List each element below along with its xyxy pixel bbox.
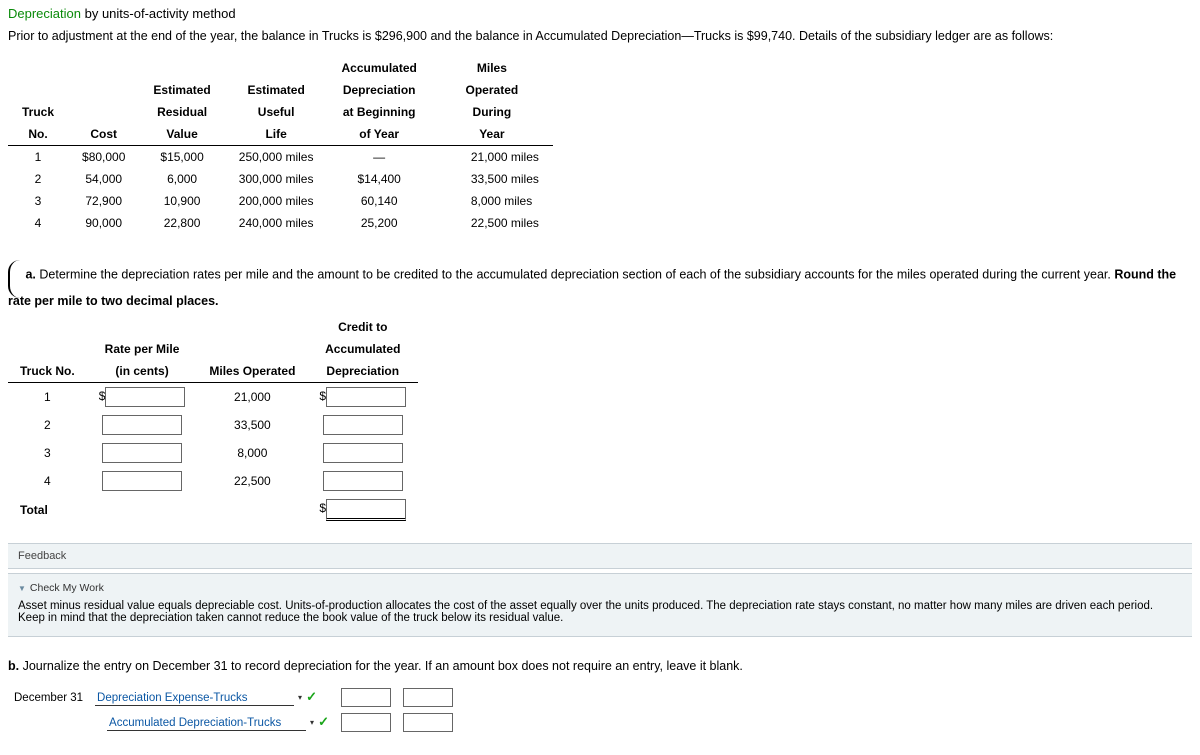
table-row: 1$80,000$15,000250,000 miles—21,000 mile… [8, 146, 553, 169]
hdr-cents: (in cents) [87, 360, 198, 383]
hdr-est2: Estimated [225, 79, 328, 101]
question-a: a. Determine the depreciation rates per … [8, 256, 1192, 308]
hdr-accum2: Accumulated [307, 338, 418, 360]
ledger-table: Accumulated Miles Estimated Estimated De… [8, 57, 553, 234]
hdr-credit: Credit to [307, 316, 418, 338]
paren-icon [8, 260, 20, 298]
credit-input[interactable] [323, 415, 403, 435]
title-suffix: by units-of-activity method [81, 6, 236, 21]
credit-input-2[interactable] [403, 713, 453, 732]
hdr-truckno: Truck No. [8, 360, 87, 383]
credit-input[interactable] [326, 387, 406, 407]
journal-date: December 31 [8, 685, 89, 710]
credit-input[interactable] [323, 471, 403, 491]
table-row: 422,500 [8, 467, 418, 495]
qa-prefix: a. [25, 267, 35, 281]
hint-box: Check My Work Asset minus residual value… [8, 573, 1192, 637]
hdr-dep: Depreciation [327, 79, 430, 101]
hdr-ofyear: of Year [327, 123, 430, 146]
debit-input-1[interactable] [341, 688, 391, 707]
credit-input-1[interactable] [403, 688, 453, 707]
hdr-value: Value [139, 123, 224, 146]
hdr-during: During [431, 101, 553, 123]
credit-input[interactable] [323, 443, 403, 463]
qb-text: Journalize the entry on December 31 to r… [19, 659, 743, 673]
feedback-label: Feedback [18, 550, 66, 562]
hdr-truck: Truck [8, 101, 68, 123]
check-my-work-toggle[interactable]: Check My Work [18, 582, 1182, 594]
page-title: Depreciation by units-of-activity method [8, 6, 1192, 21]
account-select-1[interactable]: Depreciation Expense-Trucks [95, 692, 294, 706]
hdr-resid: Residual [139, 101, 224, 123]
rate-input[interactable] [102, 443, 182, 463]
total-prefix: $ [319, 501, 326, 515]
rate-input[interactable] [102, 471, 182, 491]
check-icon: ✓ [306, 689, 317, 704]
hdr-no: No. [8, 123, 68, 146]
table-row: 1$21,000$ [8, 383, 418, 412]
hdr-year: Year [431, 123, 553, 146]
question-b: b. Journalize the entry on December 31 t… [8, 659, 1192, 673]
debit-input-2[interactable] [341, 713, 391, 732]
hdr-useful: Useful [225, 101, 328, 123]
total-input[interactable] [326, 499, 406, 521]
title-link[interactable]: Depreciation [8, 6, 81, 21]
account-select-2[interactable]: Accumulated Depreciation-Trucks [107, 717, 306, 731]
hdr-miles: Miles [431, 57, 553, 79]
calc-table: Credit to Rate per Mile Accumulated Truc… [8, 316, 418, 525]
table-row: 254,0006,000300,000 miles$14,40033,500 m… [8, 168, 553, 190]
table-row: 233,500 [8, 411, 418, 439]
table-row: 38,000 [8, 439, 418, 467]
table-row: 372,90010,900200,000 miles60,1408,000 mi… [8, 190, 553, 212]
hdr-dep2: Depreciation [307, 360, 418, 383]
hint-text: Asset minus residual value equals deprec… [18, 600, 1182, 624]
rate-input[interactable] [105, 387, 185, 407]
total-label: Total [20, 503, 48, 517]
hdr-rpm: Rate per Mile [87, 338, 198, 360]
rate-input[interactable] [102, 415, 182, 435]
chevron-down-icon: ▾ [298, 693, 302, 702]
hdr-life: Life [225, 123, 328, 146]
hdr-op: Operated [431, 79, 553, 101]
qb-prefix: b. [8, 659, 19, 673]
qa-text: Determine the depreciation rates per mil… [36, 267, 1114, 281]
feedback-bar: Feedback [8, 543, 1192, 569]
table-row: 490,00022,800240,000 miles25,20022,500 m… [8, 212, 553, 234]
hdr-milesop: Miles Operated [197, 360, 307, 383]
chevron-down-icon: ▾ [310, 718, 314, 727]
hdr-est1: Estimated [139, 79, 224, 101]
hdr-beg: at Beginning [327, 101, 430, 123]
intro-text: Prior to adjustment at the end of the ye… [8, 29, 1192, 43]
hdr-cost: Cost [68, 123, 139, 146]
hdr-accum: Accumulated [327, 57, 430, 79]
check-icon: ✓ [318, 714, 329, 729]
